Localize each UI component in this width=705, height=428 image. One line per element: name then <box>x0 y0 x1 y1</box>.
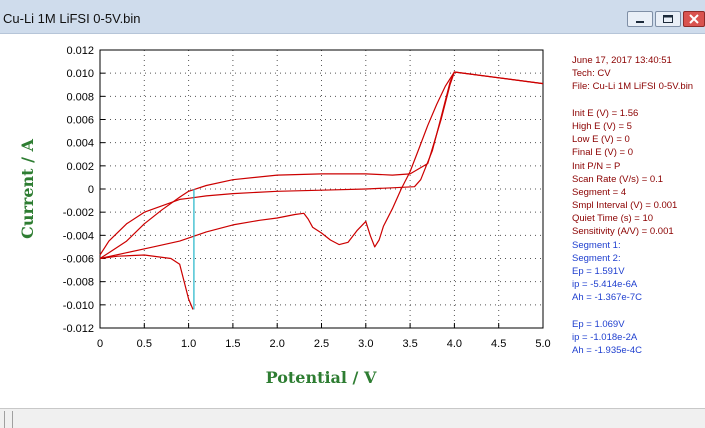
info-line: Scan Rate (V/s) = 0.1 <box>572 173 664 185</box>
window-title: Cu-Li 1M LiFSI 0-5V.bin <box>3 11 141 26</box>
status-bar <box>0 408 705 428</box>
y-tick-label: 0.008 <box>66 91 94 103</box>
info-line: Segment 2: <box>572 252 621 264</box>
x-tick-label: 2.5 <box>314 338 329 350</box>
y-tick-label: -0.010 <box>63 300 94 312</box>
info-line: Ep = 1.069V <box>572 318 625 330</box>
x-axis-label: Potential / V <box>266 368 377 387</box>
status-separator <box>12 411 13 428</box>
info-line <box>572 305 693 318</box>
close-icon <box>689 14 699 24</box>
x-tick-label: 3.0 <box>358 338 373 350</box>
info-line: Ah = -1.935e-4C <box>572 345 642 357</box>
y-tick-label: -0.012 <box>63 323 94 335</box>
maximize-button[interactable] <box>655 11 681 27</box>
x-tick-label: 4.5 <box>491 338 506 350</box>
y-tick-label: -0.006 <box>63 254 94 266</box>
info-line: Segment 1: <box>572 239 621 251</box>
close-button[interactable] <box>683 11 705 27</box>
axis-ticks: 0 0.5 1.0 1.5 2.0 2.5 3.0 3.5 4.0 4.5 5.0 0.012 0.01… <box>63 45 551 350</box>
y-tick-label: 0.004 <box>66 138 94 150</box>
status-separator <box>4 411 5 428</box>
y-tick-label: -0.002 <box>63 207 94 219</box>
y-tick-label: 0.012 <box>66 45 94 57</box>
experiment-info-panel: June 17, 2017 13:40:51 Tech: CV File: Cu-L… <box>572 54 693 357</box>
x-tick-label: 0 <box>97 338 103 350</box>
series-group <box>99 71 544 310</box>
y-tick-label: 0.002 <box>66 161 94 173</box>
maximize-icon <box>663 15 673 23</box>
x-tick-label: 2.0 <box>270 338 285 350</box>
cv-curve-segment-3 <box>99 254 194 310</box>
info-line: High E (V) = 5 <box>572 120 632 132</box>
info-line: Ah = -1.367e-7C <box>572 292 642 304</box>
minimize-button[interactable] <box>627 11 653 27</box>
info-line: Sensitivity (A/V) = 0.001 <box>572 226 674 238</box>
y-tick-label: -0.008 <box>63 277 94 289</box>
x-tick-label: 1.5 <box>225 338 240 350</box>
info-line: June 17, 2017 13:40:51 <box>572 55 672 66</box>
info-line: ip = -1.018e-2A <box>572 331 638 343</box>
x-tick-label: 3.5 <box>402 338 417 350</box>
info-line: Init E (V) = 1.56 <box>572 107 639 119</box>
minimize-icon <box>636 21 644 23</box>
grid <box>100 50 543 328</box>
y-tick-label: 0 <box>88 184 94 196</box>
info-line <box>572 94 693 107</box>
info-line: Tech: CV <box>572 68 611 80</box>
x-tick-label: 1.0 <box>181 338 196 350</box>
y-tick-label: -0.004 <box>63 230 94 242</box>
info-line: Low E (V) = 0 <box>572 134 630 146</box>
y-tick-label: 0.006 <box>66 115 94 127</box>
info-line: Segment = 4 <box>572 186 627 198</box>
plot-frame <box>99 49 544 329</box>
info-line: Ep = 1.591V <box>572 266 625 277</box>
title-bar: Cu-Li 1M LiFSI 0-5V.bin <box>0 0 705 34</box>
y-axis-label: Current / A <box>18 139 37 239</box>
info-line: ip = -5.414e-6A <box>572 279 638 291</box>
info-line: Quiet Time (s) = 10 <box>572 213 654 225</box>
y-tick-label: 0.010 <box>66 68 94 80</box>
info-line: Smpl Interval (V) = 0.001 <box>572 200 678 212</box>
x-tick-label: 0.5 <box>137 338 152 350</box>
info-line: Init P/N = P <box>572 160 621 172</box>
x-tick-label: 5.0 <box>535 338 550 350</box>
info-line: File: Cu-Li 1M LiFSI 0-5V.bin <box>572 81 694 93</box>
cv-curve-segment-2 <box>99 71 544 256</box>
x-tick-label: 4.0 <box>447 338 462 350</box>
info-line: Final E (V) = 0 <box>572 147 633 159</box>
